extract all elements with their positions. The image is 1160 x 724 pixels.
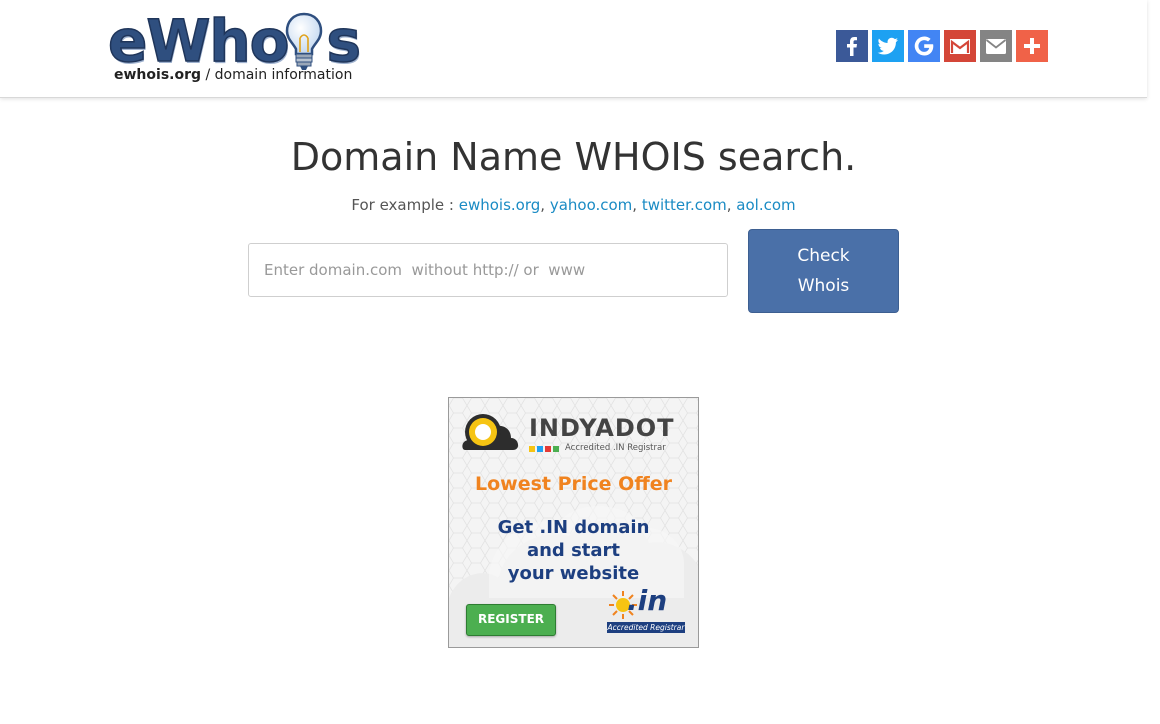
- ad-headline: Lowest Price Offer: [475, 473, 672, 495]
- ad-brand: INDYADOT: [529, 414, 675, 442]
- site-header: eWho s ewhois.org / domain information: [0, 0, 1147, 98]
- share-buttons: [836, 30, 1048, 62]
- twitter-icon: [877, 37, 898, 55]
- check-whois-label-line2: Whois: [797, 276, 850, 296]
- example-link[interactable]: ewhois.org: [459, 196, 541, 214]
- example-domains: For example : ewhois.org, yahoo.com, twi…: [351, 196, 796, 214]
- check-whois-label-line1: Check: [797, 246, 850, 266]
- ewhois-logo[interactable]: eWho s ewhois.org / domain information: [107, 9, 366, 86]
- logo-tagline: ewhois.org / domain information: [114, 67, 353, 83]
- ad-line-3: your website: [507, 563, 640, 584]
- facebook-icon: [847, 37, 857, 56]
- ad-line-2: and start: [526, 540, 621, 561]
- more-share-button[interactable]: [1016, 30, 1048, 62]
- example-link[interactable]: twitter.com: [642, 196, 727, 214]
- ad-badge-main: .in: [627, 584, 668, 617]
- indyadot-logo-icon: [462, 414, 519, 450]
- google-icon: [914, 36, 934, 56]
- page-title: Domain Name WHOIS search.: [290, 135, 857, 179]
- domain-search-input[interactable]: [248, 243, 728, 297]
- ad-register-label: REGISTER: [477, 612, 545, 626]
- google-share-button[interactable]: [908, 30, 940, 62]
- example-link[interactable]: yahoo.com: [550, 196, 632, 214]
- ad-badge-sub-box: Accredited Registrar: [607, 622, 685, 633]
- gmail-share-button[interactable]: [944, 30, 976, 62]
- ad-line-1: Get .IN domain: [497, 517, 650, 538]
- example-link[interactable]: aol.com: [736, 196, 795, 214]
- facebook-share-button[interactable]: [836, 30, 868, 62]
- indyadot-ad-banner[interactable]: INDYADOT Accredited .IN Registrar Lowest…: [448, 397, 699, 648]
- ad-brand-sub: Accredited .IN Registrar: [565, 443, 666, 453]
- ad-color-dots: [529, 446, 559, 452]
- ad-badge-sub: Accredited Registrar: [607, 623, 685, 632]
- twitter-share-button[interactable]: [872, 30, 904, 62]
- email-icon: [985, 39, 1007, 54]
- examples-label: For example :: [351, 196, 459, 214]
- plus-icon: [1024, 38, 1040, 54]
- gmail-icon: [950, 39, 970, 54]
- email-share-button[interactable]: [980, 30, 1012, 62]
- check-whois-button[interactable]: Check Whois: [748, 229, 899, 313]
- ad-register-button[interactable]: REGISTER: [466, 604, 556, 636]
